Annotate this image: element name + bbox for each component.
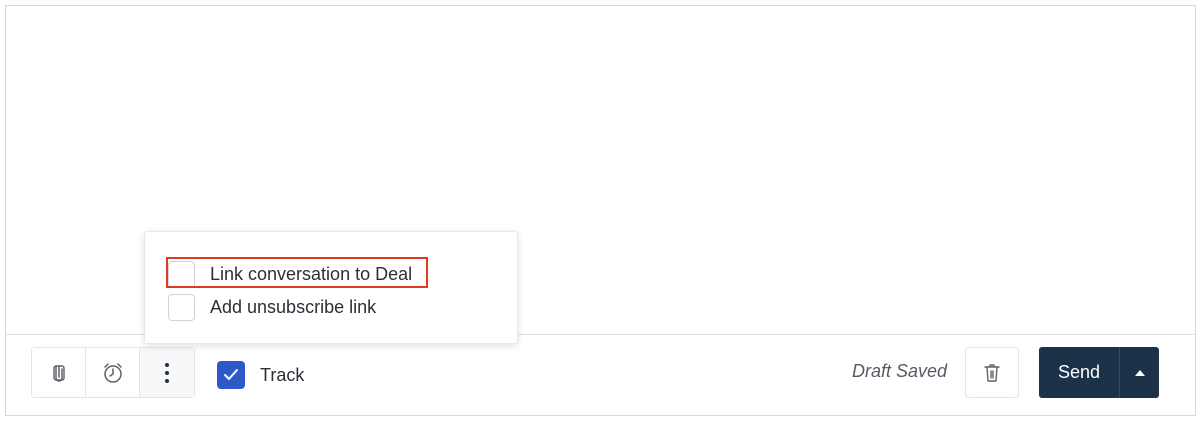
menu-item-label: Link conversation to Deal: [210, 264, 413, 284]
send-button-group: Send: [1039, 347, 1159, 398]
draft-status: Draft Saved: [852, 361, 948, 381]
paperclip-icon: [52, 364, 65, 382]
schedule-button[interactable]: [86, 348, 140, 397]
menu-item-label: Add unsubscribe link: [210, 297, 377, 317]
delete-draft-button[interactable]: [965, 347, 1019, 398]
caret-up-icon: [1134, 369, 1145, 376]
send-button[interactable]: Send: [1039, 347, 1120, 398]
trash-icon: [984, 363, 1000, 382]
more-options-menu: Link conversation to Deal Add unsubscrib…: [144, 231, 518, 344]
track-option: Track: [217, 361, 304, 389]
attach-button[interactable]: [32, 348, 86, 397]
checkmark-icon: [224, 369, 238, 380]
unsubscribe-checkbox[interactable]: [168, 294, 195, 321]
menu-item-unsubscribe[interactable]: Add unsubscribe link: [168, 294, 376, 321]
menu-item-link-deal[interactable]: Link conversation to Deal: [168, 261, 412, 288]
more-options-button[interactable]: [140, 348, 194, 397]
alarm-clock-icon: [103, 362, 122, 383]
track-checkbox[interactable]: [217, 361, 245, 389]
track-label: Track: [260, 364, 305, 385]
composer-toolbar: [31, 347, 195, 398]
send-options-button[interactable]: [1120, 347, 1159, 398]
link-deal-checkbox[interactable]: [168, 261, 195, 288]
more-vertical-icon: [165, 362, 169, 383]
